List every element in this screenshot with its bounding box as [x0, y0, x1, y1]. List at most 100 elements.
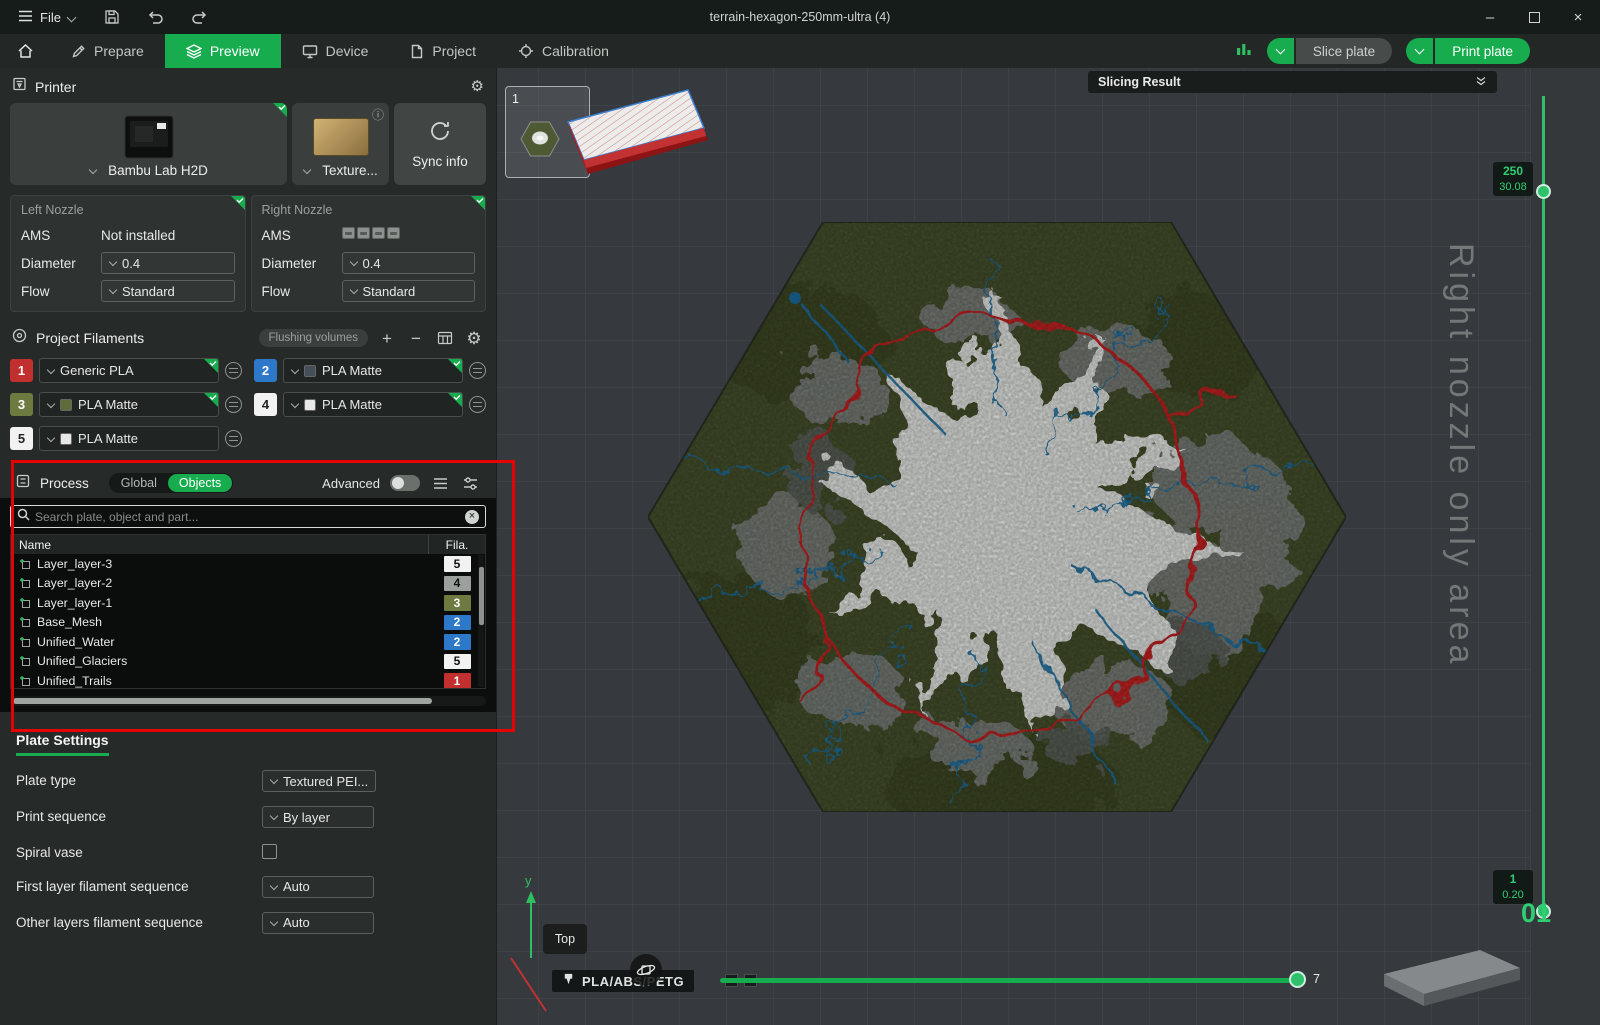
objects-table-header: Name Fila. [11, 535, 485, 554]
diameter-label: Diameter [21, 256, 101, 271]
filament-select[interactable]: PLA Matte [39, 426, 219, 451]
scope-global-option[interactable]: Global [110, 474, 168, 492]
column-header-fila[interactable]: Fila. [429, 538, 485, 552]
remove-filament-button[interactable]: − [406, 328, 426, 348]
object-row[interactable]: Layer_layer-13 [11, 593, 485, 613]
right-flow-select[interactable]: Standard [342, 280, 476, 302]
filament-edit-button[interactable] [469, 362, 486, 379]
filament-edit-button[interactable] [225, 430, 242, 447]
collapse-chevron-icon[interactable] [1475, 75, 1487, 89]
printer-section-title: Printer [35, 79, 76, 95]
process-search-input[interactable] [35, 510, 460, 524]
object-row[interactable]: Unified_Water2 [11, 632, 485, 652]
info-icon[interactable]: ⓘ [372, 106, 384, 123]
object-row[interactable]: Base_Mesh2 [11, 613, 485, 633]
tab-calibration[interactable]: Calibration [497, 34, 630, 68]
setting-select[interactable]: Auto [262, 876, 374, 898]
ams-label: AMS [21, 228, 101, 243]
ams-mapping-icon[interactable] [435, 328, 455, 348]
horizontal-scrollbar[interactable] [10, 696, 486, 706]
step-slider-track[interactable] [720, 978, 1298, 983]
terrain-model-hexagon[interactable] [648, 222, 1346, 812]
process-panel: Process Global Objects Advanced × [0, 468, 496, 712]
redo-button[interactable] [185, 4, 215, 30]
slice-plate-label[interactable]: Slice plate [1296, 38, 1392, 64]
object-filament-chip[interactable]: 2 [444, 634, 471, 650]
object-filament-chip[interactable]: 3 [444, 595, 471, 611]
left-diameter-select[interactable]: 0.4 [101, 252, 235, 274]
tab-preview[interactable]: Preview [165, 34, 281, 68]
print-options-chevron[interactable] [1406, 38, 1433, 64]
viewport-3d[interactable]: 1 Slicing Result Right nozzle only area [497, 68, 1600, 1025]
flushing-volumes-button[interactable]: Flushing volumes [259, 329, 368, 347]
orientation-reset-button[interactable] [630, 954, 662, 986]
project-icon [410, 44, 424, 59]
tab-project[interactable]: Project [389, 34, 497, 68]
horizontal-scrollbar-thumb[interactable] [13, 698, 432, 704]
setting-select[interactable]: Auto [262, 912, 374, 934]
scope-objects-option[interactable]: Objects [168, 474, 232, 492]
object-row[interactable]: Unified_Trails1 [11, 671, 485, 688]
right-diameter-select[interactable]: 0.4 [342, 252, 476, 274]
filament-select[interactable]: PLA Matte [283, 358, 463, 383]
setting-select[interactable]: Textured PEI... [262, 770, 376, 792]
print-plate-label[interactable]: Print plate [1435, 38, 1530, 64]
slicing-result-panel[interactable]: Slicing Result [1088, 71, 1497, 93]
filament-settings-gear-icon[interactable]: ⚙ [464, 328, 484, 348]
file-menu-button[interactable]: File [10, 6, 83, 29]
clear-search-icon[interactable]: × [465, 510, 479, 524]
view-orientation-label[interactable]: Top [543, 924, 587, 954]
object-filament-chip[interactable]: 5 [444, 556, 471, 572]
filament-select[interactable]: Generic PLA [39, 358, 219, 383]
layer-slider-top-handle[interactable] [1536, 184, 1551, 199]
filament-edit-button[interactable] [469, 396, 486, 413]
printer-select-card[interactable]: Bambu Lab H2D [10, 103, 287, 185]
close-button[interactable]: × [1556, 0, 1600, 34]
object-filament-chip[interactable]: 4 [444, 576, 471, 592]
setting-select[interactable]: By layer [262, 806, 374, 828]
spiral-vase-checkbox[interactable] [262, 844, 277, 859]
object-row[interactable]: Unified_Glaciers5 [11, 652, 485, 672]
filament-select[interactable]: PLA Matte [39, 392, 219, 417]
list-view-icon[interactable] [430, 473, 450, 493]
minimize-button[interactable]: – [1468, 0, 1512, 34]
save-button[interactable] [97, 4, 127, 30]
object-icon [19, 597, 31, 609]
preview-icon [186, 44, 202, 59]
ams-spool-icon [357, 227, 370, 239]
filament-select[interactable]: PLA Matte [283, 392, 463, 417]
printer-settings-gear-icon[interactable]: ⚙ [471, 79, 484, 94]
tab-device[interactable]: Device [281, 34, 390, 68]
synced-check-icon [448, 393, 462, 407]
tab-prepare[interactable]: Prepare [50, 34, 165, 68]
slice-plate-button[interactable]: Slice plate [1267, 38, 1392, 64]
tab-label: Device [326, 43, 369, 59]
layer-slider-strip [1530, 68, 1600, 1025]
object-row[interactable]: Layer_layer-24 [11, 574, 485, 594]
plate-setting-row: Plate typeTextured PEI... [16, 770, 480, 792]
plate-texture-card[interactable]: Texture... ⓘ [292, 103, 389, 185]
advanced-toggle[interactable] [390, 475, 420, 491]
filament-name: PLA Matte [78, 397, 138, 412]
vertical-scrollbar[interactable] [478, 555, 484, 687]
filament-edit-button[interactable] [225, 362, 242, 379]
left-flow-select[interactable]: Standard [101, 280, 235, 302]
filament-edit-button[interactable] [225, 396, 242, 413]
slice-options-chevron[interactable] [1267, 38, 1294, 64]
step-slider-handle[interactable] [1289, 971, 1306, 988]
home-button[interactable] [0, 34, 50, 68]
layer-slider-track[interactable] [1542, 96, 1545, 914]
object-filament-chip[interactable]: 5 [444, 654, 471, 670]
column-header-name[interactable]: Name [11, 535, 429, 554]
object-filament-chip[interactable]: 1 [444, 673, 471, 688]
tune-icon[interactable] [460, 473, 480, 493]
sync-info-button[interactable]: Sync info [394, 103, 486, 185]
plate-stats-icon[interactable] [1235, 41, 1253, 62]
vertical-scrollbar-thumb[interactable] [479, 567, 484, 625]
print-plate-button[interactable]: Print plate [1406, 38, 1530, 64]
add-filament-button[interactable]: + [377, 328, 397, 348]
maximize-button[interactable] [1512, 0, 1556, 34]
undo-button[interactable] [141, 4, 171, 30]
object-row[interactable]: Layer_layer-35 [11, 554, 485, 574]
object-filament-chip[interactable]: 2 [444, 615, 471, 631]
